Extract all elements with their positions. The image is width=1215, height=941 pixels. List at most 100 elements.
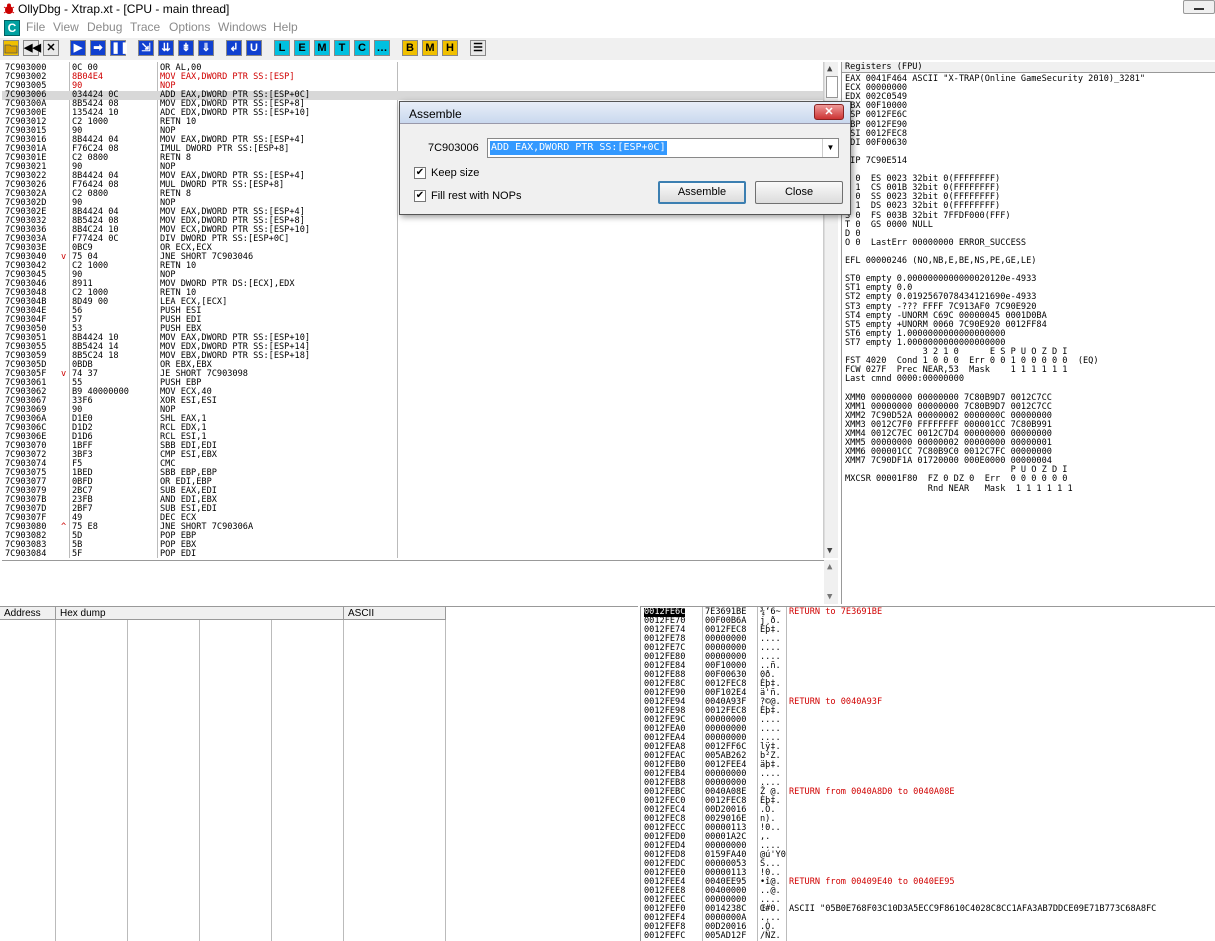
trace-into-button[interactable]: ⇟ [178, 40, 194, 56]
register-line[interactable]: Last cmnd 0000:00000000 [845, 375, 964, 384]
disassembly-row[interactable]: 7C903036 8B4C24 10 MOV ECX,DWORD PTR SS:[E… [2, 226, 823, 235]
disassembly-row[interactable]: 7C90307B 23FB AND EDI,EBX [2, 496, 823, 505]
disassembly-row[interactable]: 7C903006 034424 0C ADD EAX,DWORD PTR SS:[E… [2, 91, 823, 100]
modules-window-button[interactable]: E [294, 40, 310, 56]
assemble-instruction-input[interactable]: ADD EAX,DWORD PTR SS:[ESP+0C] [490, 141, 667, 155]
scroll-down-icon[interactable]: ▼ [827, 546, 832, 556]
register-line[interactable]: EIP 7C90E514 [845, 156, 907, 166]
stack-row[interactable]: 0012FEFC 005AD12F/ÑZ. [641, 932, 1215, 941]
disassembly-row[interactable]: 7C903084 5F POP EDI [2, 550, 823, 559]
hex-dump-pane[interactable]: Address Hex dump ASCII [0, 606, 638, 941]
disassembly-row[interactable]: 7C903051 8B4424 10 MOV EAX,DWORD PTR SS:[E… [2, 334, 823, 343]
step-into-button[interactable]: ⇲ [138, 40, 154, 56]
scroll-up-icon[interactable]: ▲ [827, 562, 832, 572]
disassembly-row[interactable]: 7C903046 8911 MOV DWORD PTR DS:[ECX],EDX [2, 280, 823, 289]
register-line[interactable]: O 0 LastErr 00000000 ERROR_SUCCESS [845, 238, 1026, 248]
menu-file[interactable]: File [26, 20, 45, 34]
log-window-button[interactable]: L [274, 40, 290, 56]
disassembly-row[interactable]: 7C90307D 2BF7 SUB ESI,EDI [2, 505, 823, 514]
column-header-address[interactable]: Address [0, 607, 56, 620]
disassembly-row[interactable]: 7C903048 C2 1000 RETN 10 [2, 289, 823, 298]
hardware-breakpoints-button[interactable]: H [442, 40, 458, 56]
disassembly-row[interactable]: 7C903080 ^ 75 E8 JNE SHORT 7C90306A [2, 523, 823, 532]
restart-button[interactable]: ◀◀ [23, 40, 41, 56]
disassembly-row[interactable]: 7C903062 B9 40000000 MOV ECX,40 [2, 388, 823, 397]
disassembly-row[interactable]: 7C903050 53 PUSH EBX [2, 325, 823, 334]
disassembly-row[interactable]: 7C903045 90 NOP [2, 271, 823, 280]
disassembly-row[interactable]: 7C90307F 49 DEC ECX [2, 514, 823, 523]
open-icon[interactable] [3, 40, 19, 56]
info-scrollbar[interactable]: ▲ ▼ [824, 560, 838, 604]
scrollbar-thumb[interactable] [826, 76, 838, 98]
menu-windows[interactable]: Windows [218, 20, 267, 34]
chevron-down-icon[interactable]: ▼ [822, 139, 838, 157]
threads-window-button[interactable]: T [334, 40, 350, 56]
menu-trace[interactable]: Trace [130, 20, 160, 34]
disassembly-row[interactable]: 7C90305D 0BDB OR EBX,EBX [2, 361, 823, 370]
disassembly-row[interactable]: 7C903079 2BC7 SUB EAX,EDI [2, 487, 823, 496]
column-header-hex-dump[interactable]: Hex dump [56, 607, 344, 620]
memory-breakpoints-button[interactable]: M [422, 40, 438, 56]
register-line[interactable]: EFL 00000246 (NO,NB,E,BE,NS,PE,GE,LE) [845, 257, 1036, 266]
disassembly-row[interactable]: 7C903074 F5 CMC [2, 460, 823, 469]
disassembly-row[interactable]: 7C903042 C2 1000 RETN 10 [2, 262, 823, 271]
register-line[interactable]: Rnd NEAR Mask 1 1 1 1 1 1 [845, 484, 1073, 494]
keep-size-checkbox[interactable]: ✔ [414, 167, 426, 179]
disassembly-row[interactable]: 7C903040 v 75 04 JNE SHORT 7C903046 [2, 253, 823, 262]
register-line[interactable]: EDI 00F00630 [845, 138, 907, 148]
disassembly-row[interactable]: 7C90304B 8D49 00 LEA ECX,[ECX] [2, 298, 823, 307]
scroll-down-icon[interactable]: ▼ [827, 592, 832, 602]
fill-nops-checkbox[interactable]: ✔ [414, 190, 426, 202]
cpu-window-toolbar-button[interactable]: C [354, 40, 370, 56]
run-button[interactable]: ▶ [70, 40, 86, 56]
close-program-button[interactable]: ✕ [43, 40, 59, 56]
menu-debug[interactable]: Debug [87, 20, 122, 34]
run-thread-button[interactable]: ➡ [90, 40, 106, 56]
execute-till-user-code-button[interactable]: U [246, 40, 262, 56]
stack-pane[interactable]: 0012FE6C 7E3691BE ¾‘6~ RETURN to 7E3691BE 00… [640, 606, 1215, 941]
menu-help[interactable]: Help [273, 20, 298, 34]
disassembly-row[interactable]: 7C90304E 56 PUSH ESI [2, 307, 823, 316]
pause-button[interactable]: ❚❚ [110, 40, 129, 56]
disassembly-row[interactable]: 7C903059 8B5C24 18 MOV EBX,DWORD PTR SS:[E… [2, 352, 823, 361]
menu-view[interactable]: View [53, 20, 79, 34]
disassembly-row[interactable]: 7C903005 90 NOP [2, 82, 823, 91]
disassembly-row[interactable]: 7C903070 1BFF SBB EDI,EDI [2, 442, 823, 451]
disassembly-row[interactable]: 7C903055 8B5424 14 MOV EDX,DWORD PTR SS:[E… [2, 343, 823, 352]
minimize-button[interactable] [1183, 0, 1215, 14]
assemble-instruction-combobox[interactable]: ADD EAX,DWORD PTR SS:[ESP+0C] ▼ [487, 138, 839, 158]
disassembly-row[interactable]: 7C90304F 57 PUSH EDI [2, 316, 823, 325]
patches-window-button[interactable]: … [374, 40, 390, 56]
execute-till-return-button[interactable]: ↲ [226, 40, 242, 56]
cpu-window-button[interactable]: C [4, 20, 20, 36]
disassembly-row[interactable]: 7C903069 90 NOP [2, 406, 823, 415]
close-button[interactable]: Close [755, 181, 843, 204]
disassembly-row[interactable]: 7C903075 1BED SBB EBP,EBP [2, 469, 823, 478]
disassembly-row[interactable]: 7C903000 0C 00 OR AL,00 [2, 64, 823, 73]
disassembly-row[interactable]: 7C90303E 0BC9 OR ECX,ECX [2, 244, 823, 253]
disassembly-row[interactable]: 7C903072 3BF3 CMP ESI,EBX [2, 451, 823, 460]
menu-options[interactable]: Options [169, 20, 210, 34]
breakpoints-window-button[interactable]: B [402, 40, 418, 56]
list-icon[interactable]: ☰ [470, 40, 486, 56]
disassembly-row[interactable]: 7C903067 33F6 XOR ESI,ESI [2, 397, 823, 406]
column-header-ascii[interactable]: ASCII [344, 607, 446, 620]
disassembly-row[interactable]: 7C90306A D1E0 SHL EAX,1 [2, 415, 823, 424]
scroll-up-icon[interactable]: ▲ [827, 64, 832, 74]
disassembly-row[interactable]: 7C903002 8B04E4 MOV EAX,DWORD PTR SS:[ESP] [2, 73, 823, 82]
registers-header[interactable]: Registers (FPU) [842, 62, 1215, 73]
registers-pane[interactable]: Registers (FPU) EAX 0041F464 ASCII "X-TR… [841, 62, 1215, 604]
disassembly-row[interactable]: 7C90305F v 74 37 JE SHORT 7C903098 [2, 370, 823, 379]
trace-over-button[interactable]: ⇓ [198, 40, 214, 56]
dialog-close-button[interactable]: ✕ [814, 104, 844, 120]
disassembly-row[interactable]: 7C903082 5D POP EBP [2, 532, 823, 541]
disassembly-row[interactable]: 7C903032 8B5424 08 MOV EDX,DWORD PTR SS:[E… [2, 217, 823, 226]
disassembly-row[interactable]: 7C90306C D1D2 RCL EDX,1 [2, 424, 823, 433]
disassembly-row[interactable]: 7C90303A F77424 0C DIV DWORD PTR SS:[ESP+0… [2, 235, 823, 244]
memory-window-button[interactable]: M [314, 40, 330, 56]
disassembly-row[interactable]: 7C90306E D1D6 RCL ESI,1 [2, 433, 823, 442]
disassembly-row[interactable]: 7C903083 5B POP EBX [2, 541, 823, 550]
step-over-button[interactable]: ⇊ [158, 40, 174, 56]
disassembly-row[interactable]: 7C903077 0BFD OR EDI,EBP [2, 478, 823, 487]
assemble-button[interactable]: Assemble [658, 181, 746, 204]
